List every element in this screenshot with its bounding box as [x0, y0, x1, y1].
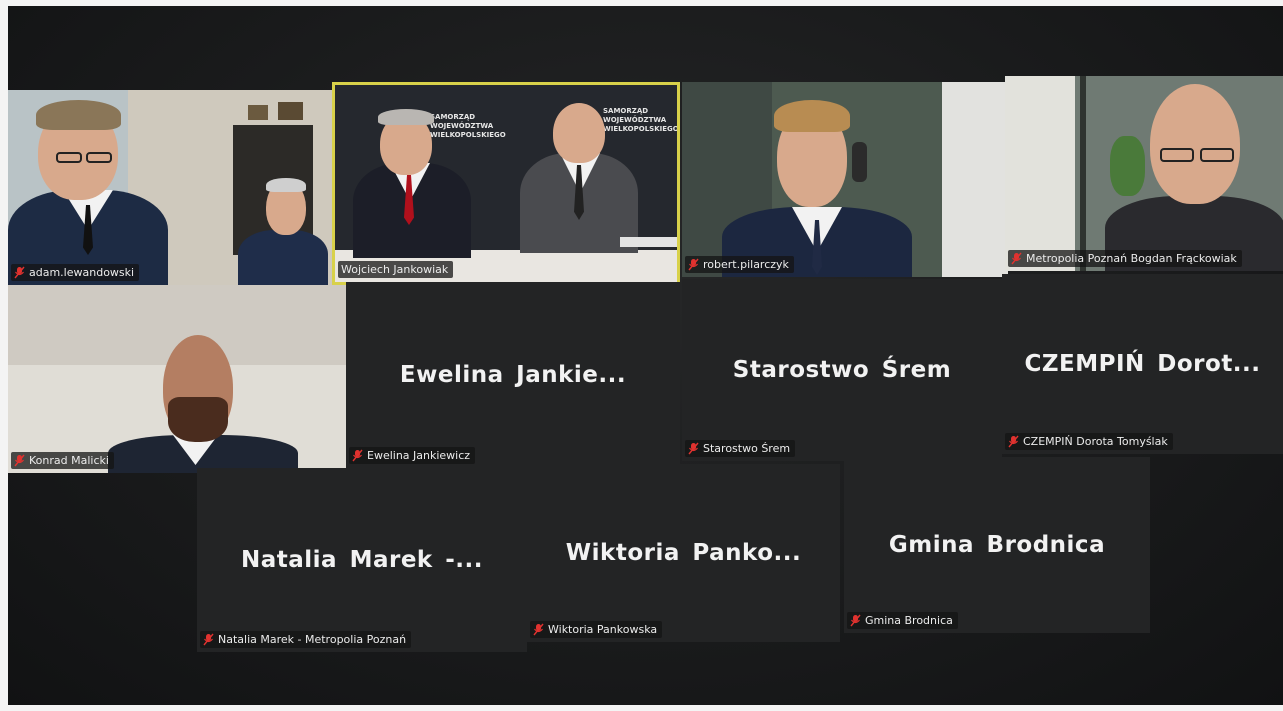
- participant-name-label: Starostwo Śrem: [685, 440, 796, 457]
- participant-video: [1005, 76, 1283, 271]
- video-tile-robert-pilarczyk[interactable]: robert.pilarczyk: [682, 82, 1008, 277]
- participant-display-name: Gmina Brodnica: [888, 532, 1106, 558]
- participant-name: Ewelina Jankiewicz: [367, 449, 471, 462]
- microphone-muted-icon: [14, 454, 25, 467]
- participant-name-label: Wojciech Jankowiak: [338, 261, 454, 278]
- participant-name-label: Gmina Brodnica: [847, 612, 958, 629]
- participant-name: Natalia Marek - Metropolia Poznań: [218, 633, 407, 646]
- microphone-muted-icon: [14, 266, 25, 279]
- participant-name: Wiktoria Pankowska: [548, 623, 658, 636]
- microphone-muted-icon: [688, 442, 699, 455]
- microphone-muted-icon: [1011, 252, 1022, 265]
- participant-name: robert.pilarczyk: [703, 258, 789, 271]
- backdrop-text: SAMORZĄD WOJEWÓDZTWA WIELKOPOLSKIEGO: [603, 107, 679, 133]
- participant-display-name: CZEMPIŃ Dorot...: [1024, 351, 1261, 377]
- participant-name-label: Wiktoria Pankowska: [530, 621, 663, 638]
- participant-video: [8, 285, 354, 473]
- name-tile-ewelina-jankiewicz[interactable]: Ewelina Jankie... Ewelina Jankiewicz: [346, 282, 680, 468]
- backdrop-text: SAMORZĄD WOJEWÓDZTWA WIELKOPOLSKIEGO: [430, 113, 506, 139]
- participant-name: Metropolia Poznań Bogdan Frąckowiak: [1026, 252, 1237, 265]
- participant-video: [682, 82, 1008, 277]
- participant-name-label: adam.lewandowski: [11, 264, 140, 281]
- participant-name: Starostwo Śrem: [703, 442, 791, 455]
- microphone-muted-icon: [352, 449, 363, 462]
- name-tile-czempin-dorota-tomyslak[interactable]: CZEMPIŃ Dorot... CZEMPIŃ Dorota Tomyślak: [1002, 274, 1283, 454]
- video-tile-adam-lewandowski[interactable]: adam.lewandowski: [8, 90, 336, 285]
- meeting-gallery-view: adam.lewandowski SAMORZĄD WOJEWÓDZTWA WI…: [8, 6, 1283, 705]
- participant-display-name: Natalia Marek -...: [241, 547, 483, 573]
- name-tile-gmina-brodnica[interactable]: Gmina Brodnica Gmina Brodnica: [844, 457, 1150, 633]
- microphone-muted-icon: [203, 633, 214, 646]
- participant-video: SAMORZĄD WOJEWÓDZTWA WIELKOPOLSKIEGO SAM…: [335, 85, 677, 282]
- participant-name-label: Natalia Marek - Metropolia Poznań: [200, 631, 412, 648]
- name-tile-natalia-marek[interactable]: Natalia Marek -... Natalia Marek - Metro…: [197, 468, 527, 652]
- video-tile-wojciech-jankowiak[interactable]: SAMORZĄD WOJEWÓDZTWA WIELKOPOLSKIEGO SAM…: [332, 82, 680, 285]
- microphone-muted-icon: [850, 614, 861, 627]
- participant-name-label: Metropolia Poznań Bogdan Frąckowiak: [1008, 250, 1242, 267]
- microphone-muted-icon: [1008, 435, 1019, 448]
- microphone-muted-icon: [533, 623, 544, 636]
- participant-name-label: Konrad Malicki: [11, 452, 114, 469]
- participant-name-label: Ewelina Jankiewicz: [349, 447, 476, 464]
- name-tile-starostwo-srem[interactable]: Starostwo Śrem Starostwo Śrem: [682, 279, 1002, 461]
- video-tile-konrad-malicki[interactable]: Konrad Malicki: [8, 285, 354, 473]
- participant-name: Gmina Brodnica: [865, 614, 953, 627]
- microphone-muted-icon: [688, 258, 699, 271]
- participant-video: [8, 90, 336, 285]
- participant-name-label: robert.pilarczyk: [685, 256, 794, 273]
- participant-display-name: Wiktoria Panko...: [565, 540, 802, 566]
- name-tile-wiktoria-pankowska[interactable]: Wiktoria Panko... Wiktoria Pankowska: [527, 464, 840, 642]
- participant-name-label: CZEMPIŃ Dorota Tomyślak: [1005, 433, 1173, 450]
- participant-name: Konrad Malicki: [29, 454, 109, 467]
- participant-display-name: Ewelina Jankie...: [399, 362, 627, 388]
- participant-name: adam.lewandowski: [29, 266, 135, 279]
- participant-name: Wojciech Jankowiak: [341, 263, 449, 276]
- video-tile-bogdan-frackowiak[interactable]: Metropolia Poznań Bogdan Frąckowiak: [1005, 76, 1283, 271]
- participant-name: CZEMPIŃ Dorota Tomyślak: [1023, 435, 1168, 448]
- participant-display-name: Starostwo Śrem: [732, 357, 952, 383]
